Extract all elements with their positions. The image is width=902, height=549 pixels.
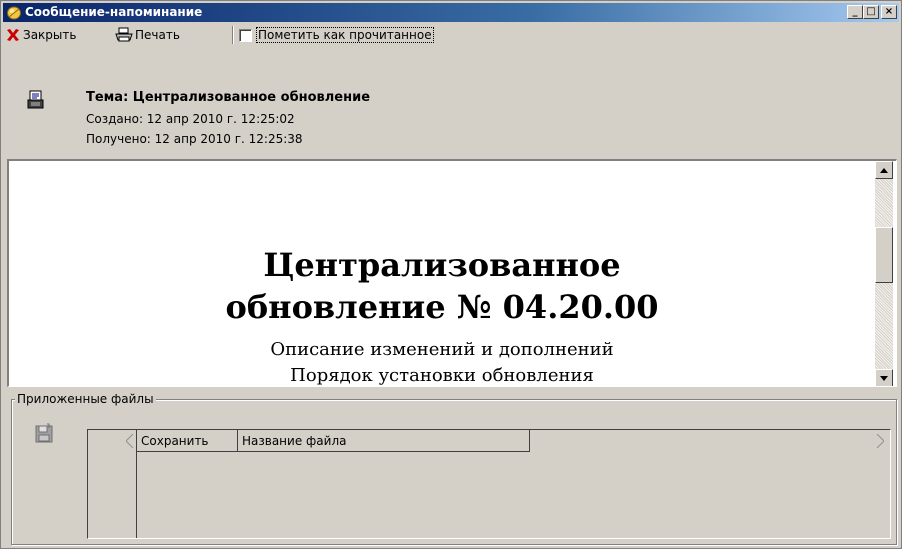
- app-icon: [7, 6, 21, 20]
- minimize-icon: _: [852, 6, 858, 17]
- message-created: Создано: 12 апр 2010 г. 12:25:02: [86, 112, 295, 126]
- scroll-up-button[interactable]: [875, 161, 893, 179]
- save-attachment-icon[interactable]: [35, 423, 55, 445]
- column-header-filename[interactable]: Название файла: [238, 430, 530, 452]
- minimize-button[interactable]: _: [847, 5, 863, 19]
- message-subject: Тема: Централизованное обновление: [86, 90, 371, 105]
- message-body-pane[interactable]: Централизованное обновление № 04.20.00 О…: [7, 159, 897, 387]
- scroll-left-icon[interactable]: [126, 434, 134, 448]
- scroll-right-icon[interactable]: [876, 434, 884, 448]
- print-label: Печать: [135, 28, 180, 42]
- document-line-install: Порядок установки обновления: [290, 365, 594, 386]
- message-received: Получено: 12 апр 2010 г. 12:25:38: [86, 132, 303, 146]
- arrow-up-icon: [880, 167, 888, 173]
- red-x-icon: [7, 29, 19, 41]
- maximize-icon: □: [866, 6, 876, 17]
- window-title: Сообщение-напоминание: [25, 5, 203, 19]
- message-document-icon: [27, 90, 44, 109]
- mark-read-checkbox[interactable]: Пометить как прочитанное: [239, 26, 434, 44]
- arrow-down-icon: [880, 375, 888, 381]
- close-label: Закрыть: [23, 28, 77, 42]
- vertical-scrollbar[interactable]: [875, 161, 893, 386]
- maximize-button[interactable]: □: [863, 5, 879, 19]
- document-heading-line2: обновление № 04.20.00: [225, 288, 659, 326]
- document-line-changes: Описание изменений и дополнений: [270, 339, 614, 360]
- message-window: Сообщение-напоминание _ □ × Закрыть Печа…: [0, 0, 902, 549]
- close-window-button[interactable]: ×: [881, 5, 897, 19]
- scroll-down-button[interactable]: [875, 369, 893, 386]
- title-bar[interactable]: Сообщение-напоминание _ □ ×: [3, 3, 899, 22]
- toolbar: Закрыть Печать Пометить как прочитанное: [3, 23, 899, 47]
- close-icon: ×: [884, 6, 894, 17]
- column-header-save[interactable]: Сохранить: [137, 430, 238, 452]
- document-heading-line1: Централизованное: [263, 246, 621, 284]
- attachments-table[interactable]: Сохранить Название файла: [87, 429, 891, 539]
- printer-icon: [115, 27, 133, 42]
- attachments-group-label: Приложенные файлы: [15, 392, 156, 406]
- toolbar-separator: [232, 26, 234, 44]
- mark-read-label: Пометить как прочитанное: [256, 27, 434, 43]
- scroll-thumb[interactable]: [875, 227, 893, 283]
- checkbox-box[interactable]: [239, 28, 252, 42]
- print-button[interactable]: Печать: [115, 26, 180, 44]
- message-document: Централизованное обновление № 04.20.00 О…: [9, 161, 875, 386]
- close-button[interactable]: Закрыть: [5, 26, 76, 44]
